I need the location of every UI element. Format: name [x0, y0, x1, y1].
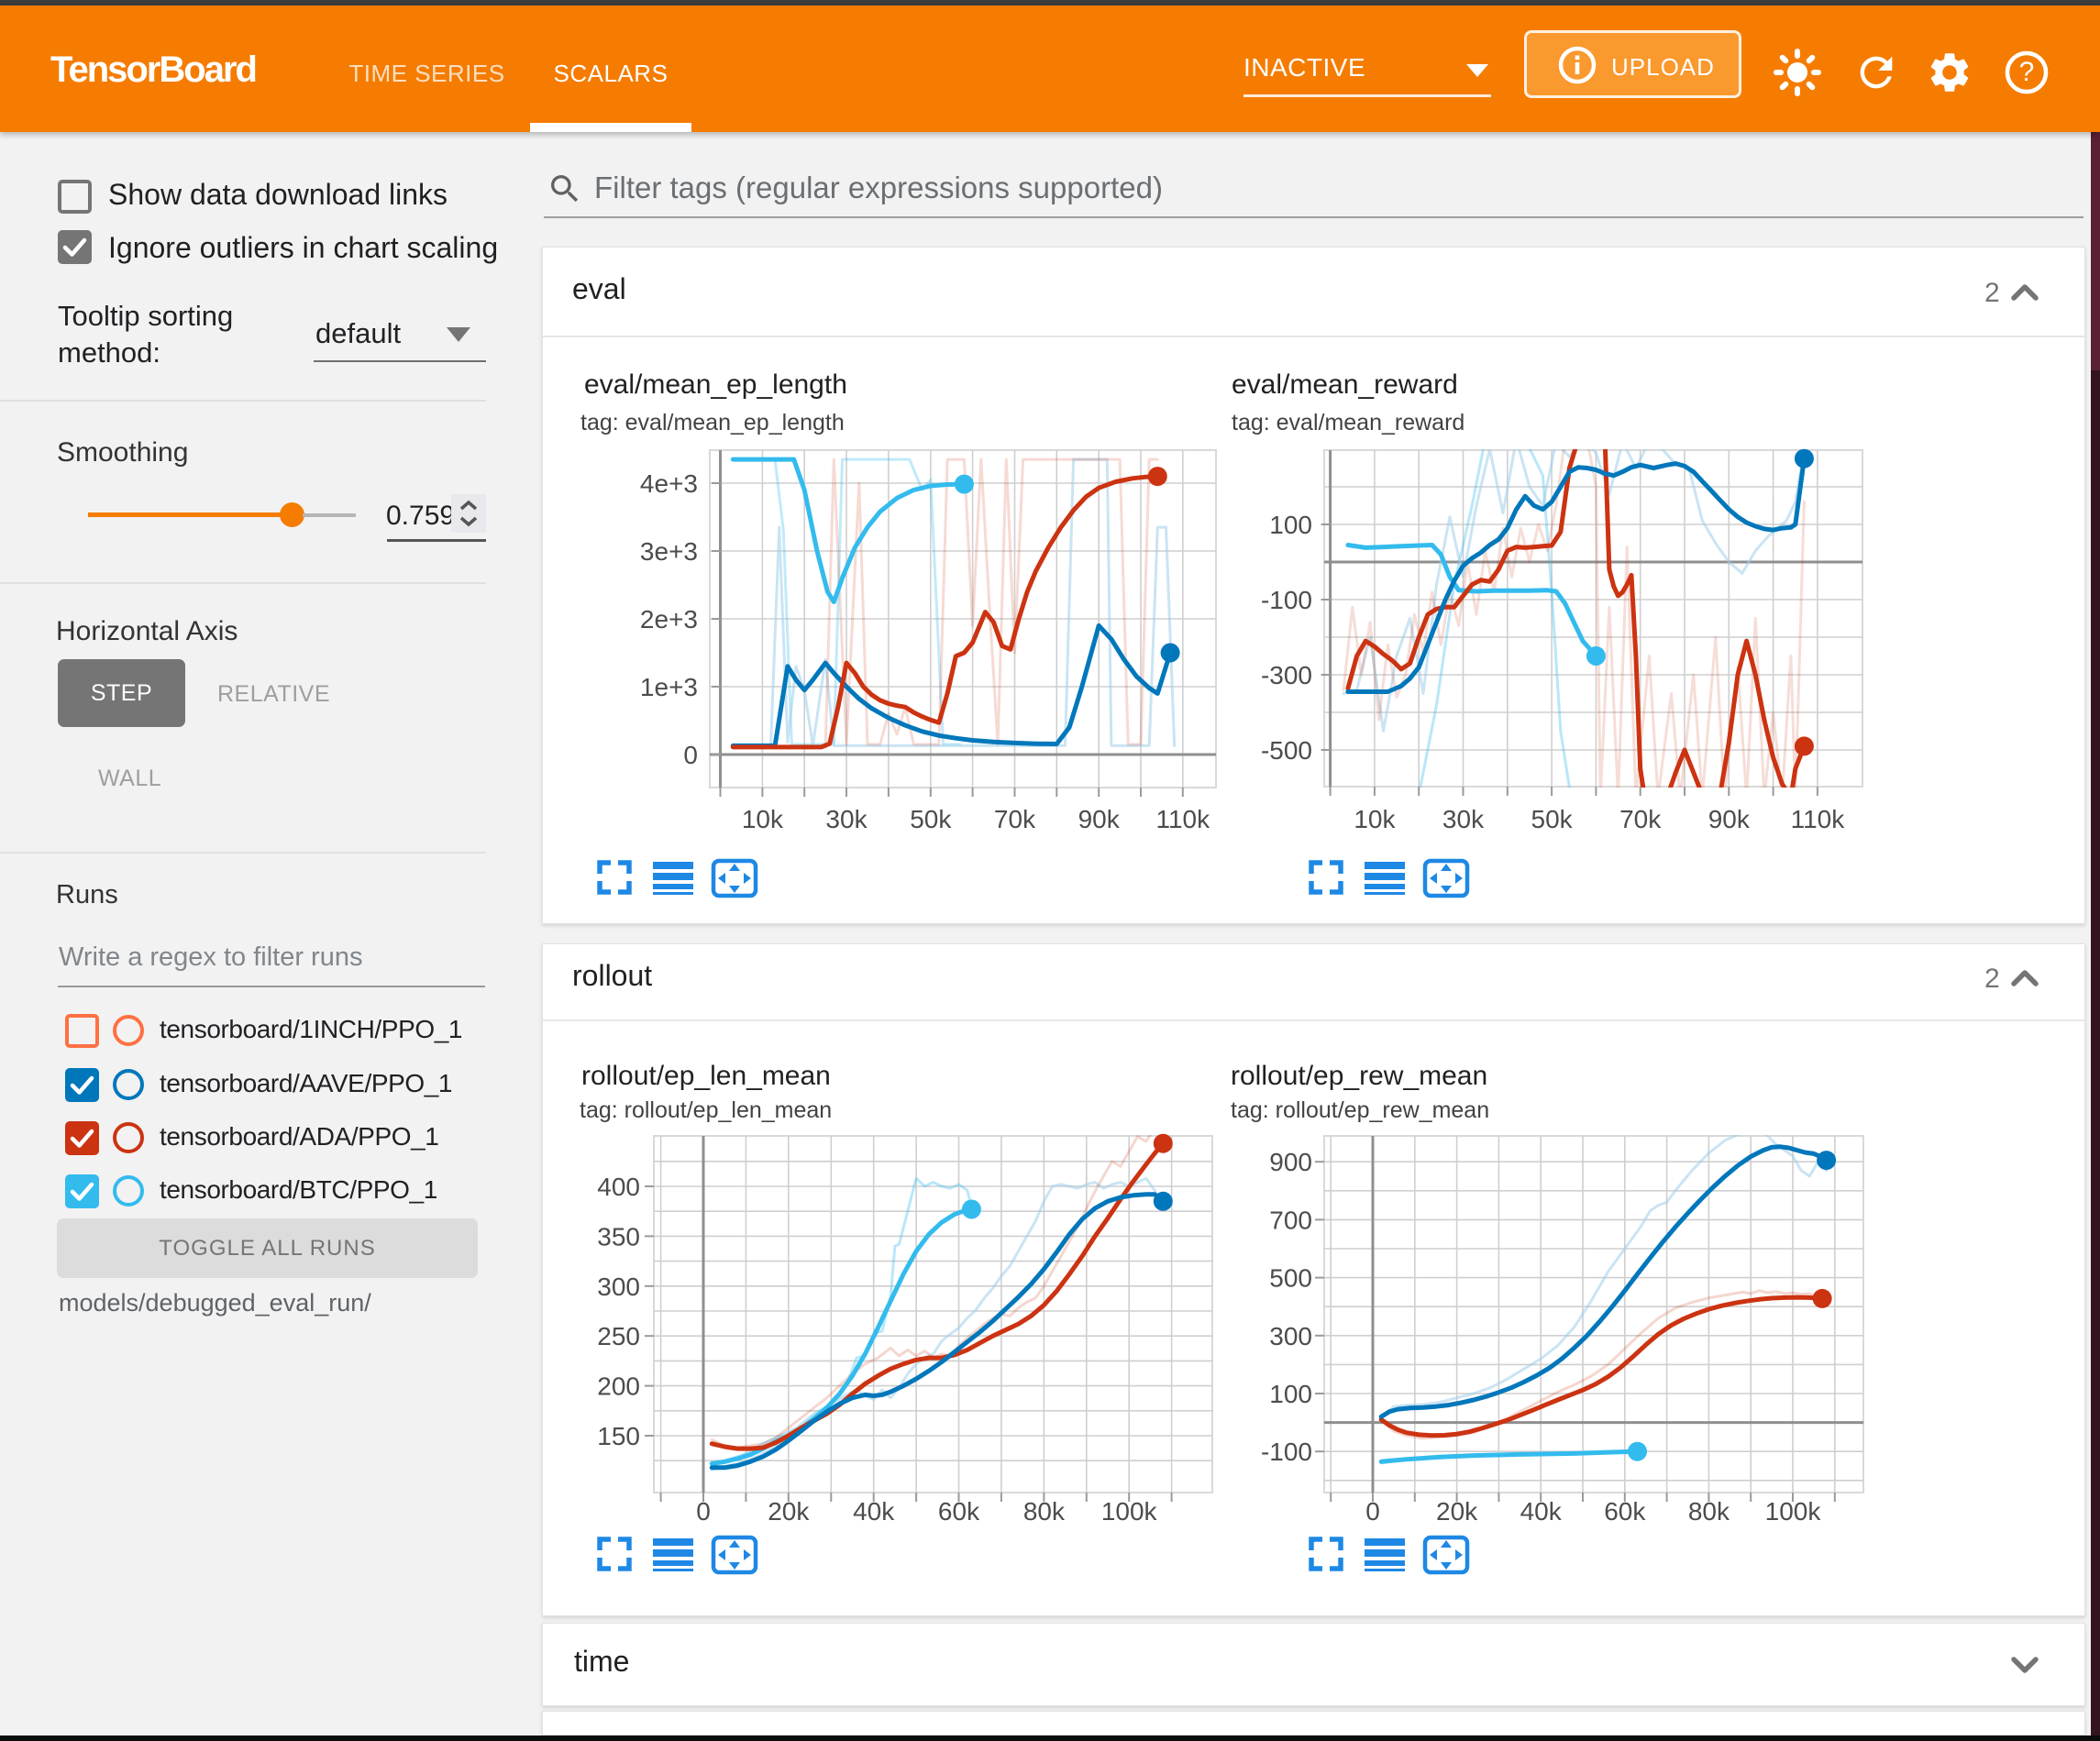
- svg-text:30k: 30k: [825, 805, 868, 833]
- svg-text:100: 100: [1269, 1380, 1312, 1408]
- svg-text:150: 150: [597, 1422, 640, 1450]
- svg-text:70k: 70k: [1619, 805, 1662, 833]
- svg-text:50k: 50k: [910, 805, 952, 833]
- svg-text:4e+3: 4e+3: [640, 469, 698, 498]
- svg-text:-100: -100: [1261, 586, 1312, 614]
- svg-text:1e+3: 1e+3: [640, 673, 698, 701]
- svg-text:700: 700: [1269, 1206, 1312, 1234]
- svg-text:10k: 10k: [1354, 805, 1396, 833]
- svg-text:-300: -300: [1261, 661, 1312, 689]
- svg-text:350: 350: [597, 1222, 640, 1251]
- svg-text:70k: 70k: [994, 805, 1036, 833]
- svg-text:500: 500: [1269, 1264, 1312, 1293]
- svg-text:90k: 90k: [1708, 805, 1751, 833]
- svg-text:400: 400: [597, 1173, 640, 1201]
- svg-text:30k: 30k: [1442, 805, 1485, 833]
- svg-text:100: 100: [1269, 511, 1312, 539]
- svg-text:300: 300: [1269, 1322, 1312, 1350]
- svg-text:110k: 110k: [1155, 805, 1210, 833]
- svg-text:250: 250: [597, 1322, 640, 1350]
- svg-text:2e+3: 2e+3: [640, 605, 698, 634]
- svg-text:200: 200: [597, 1372, 640, 1401]
- svg-text:300: 300: [597, 1273, 640, 1301]
- svg-text:?: ?: [2019, 57, 2035, 87]
- svg-text:900: 900: [1269, 1148, 1312, 1176]
- svg-text:-100: -100: [1261, 1438, 1312, 1466]
- svg-text:3e+3: 3e+3: [640, 537, 698, 566]
- svg-text:110k: 110k: [1791, 805, 1846, 833]
- svg-text:0: 0: [683, 741, 698, 769]
- svg-text:90k: 90k: [1078, 805, 1121, 833]
- svg-text:50k: 50k: [1531, 805, 1574, 833]
- svg-text:-500: -500: [1261, 736, 1312, 765]
- svg-text:10k: 10k: [742, 805, 784, 833]
